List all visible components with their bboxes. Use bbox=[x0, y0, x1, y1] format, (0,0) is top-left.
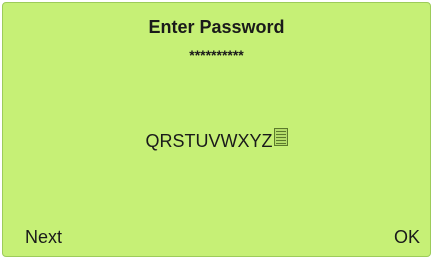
lcd-screen: Enter Password ********** QRSTUVWXYZ Nex… bbox=[2, 2, 431, 257]
ok-softkey[interactable]: OK bbox=[394, 227, 420, 248]
character-selector[interactable]: QRSTUVWXYZ bbox=[3, 128, 430, 152]
next-softkey[interactable]: Next bbox=[25, 227, 62, 248]
block-cursor-icon bbox=[273, 128, 288, 147]
password-field[interactable]: ********** bbox=[3, 47, 430, 63]
page-title: Enter Password bbox=[148, 17, 285, 37]
character-set-label: QRSTUVWXYZ bbox=[145, 130, 273, 151]
